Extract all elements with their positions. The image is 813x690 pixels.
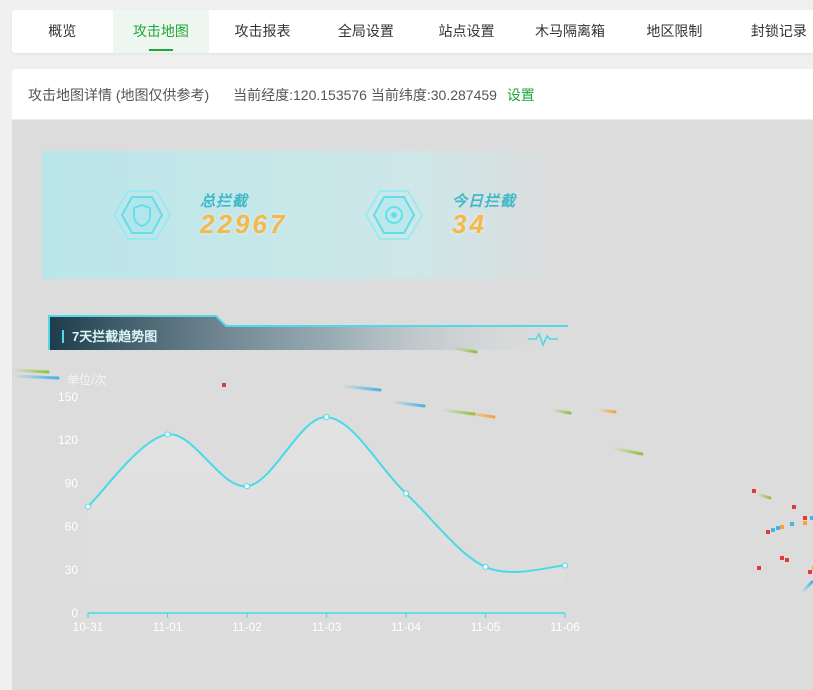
y-tick-label: 0 bbox=[71, 606, 78, 620]
y-tick-label: 150 bbox=[58, 390, 78, 404]
x-tick-label: 11-04 bbox=[391, 620, 421, 634]
trend-point bbox=[482, 563, 489, 570]
trend-point bbox=[562, 562, 568, 569]
x-tick-label: 10-31 bbox=[73, 620, 104, 634]
x-tick-label: 11-01 bbox=[153, 620, 183, 634]
tab-global-settings[interactable]: 全局设置 bbox=[316, 10, 417, 53]
tab-attack-report[interactable]: 攻击报表 bbox=[209, 10, 315, 53]
trend-point bbox=[164, 431, 171, 438]
panel-title: 攻击地图详情 (地图仅供参考) bbox=[28, 87, 210, 103]
trend-point bbox=[244, 483, 250, 490]
trend-point bbox=[323, 414, 330, 421]
tab-site-settings[interactable]: 站点设置 bbox=[416, 10, 517, 53]
y-tick-label: 30 bbox=[65, 563, 79, 577]
x-tick-label: 11-02 bbox=[232, 620, 262, 634]
tab-overview[interactable]: 概览 bbox=[12, 10, 113, 53]
panel-header: 攻击地图详情 (地图仅供参考) 当前经度:120.153576 当前纬度:30.… bbox=[12, 69, 813, 120]
trend-point bbox=[85, 503, 91, 510]
attack-map-panel: 攻击地图详情 (地图仅供参考) 当前经度:120.153576 当前纬度:30.… bbox=[12, 69, 813, 690]
x-tick-label: 11-03 bbox=[312, 620, 342, 634]
x-tick-label: 11-06 bbox=[550, 620, 580, 634]
tab-attack-map[interactable]: 攻击地图 bbox=[112, 10, 210, 53]
settings-link[interactable]: 设置 bbox=[507, 69, 535, 121]
x-tick-label: 11-05 bbox=[471, 620, 501, 634]
tab-region-restriction[interactable]: 地区限制 bbox=[623, 10, 726, 53]
y-tick-label: 120 bbox=[58, 433, 78, 447]
tab-block-records[interactable]: 封锁记录 bbox=[726, 10, 813, 53]
tab-trojan-quarantine[interactable]: 木马隔离箱 bbox=[517, 10, 623, 53]
trend-line-chart: 0 30 60 90 120 150 10-31 11-01 11-02 11-03 11-04 11… bbox=[58, 390, 580, 634]
trend-point bbox=[403, 490, 409, 497]
coordinates-text: 当前经度:120.153576 当前纬度:30.287459 bbox=[233, 87, 497, 103]
y-tick-label: 60 bbox=[65, 520, 79, 534]
y-tick-label: 90 bbox=[65, 476, 79, 490]
attack-map[interactable]: 总拦截 22967 今日拦截 34 7天拦截趋势图 单位/次 0 30 60 9… bbox=[12, 120, 813, 690]
tab-bar: 概览 攻击地图 攻击报表 全局设置 站点设置 木马隔离箱 地区限制 封锁记录 bbox=[12, 10, 813, 53]
trend-area bbox=[88, 417, 565, 613]
